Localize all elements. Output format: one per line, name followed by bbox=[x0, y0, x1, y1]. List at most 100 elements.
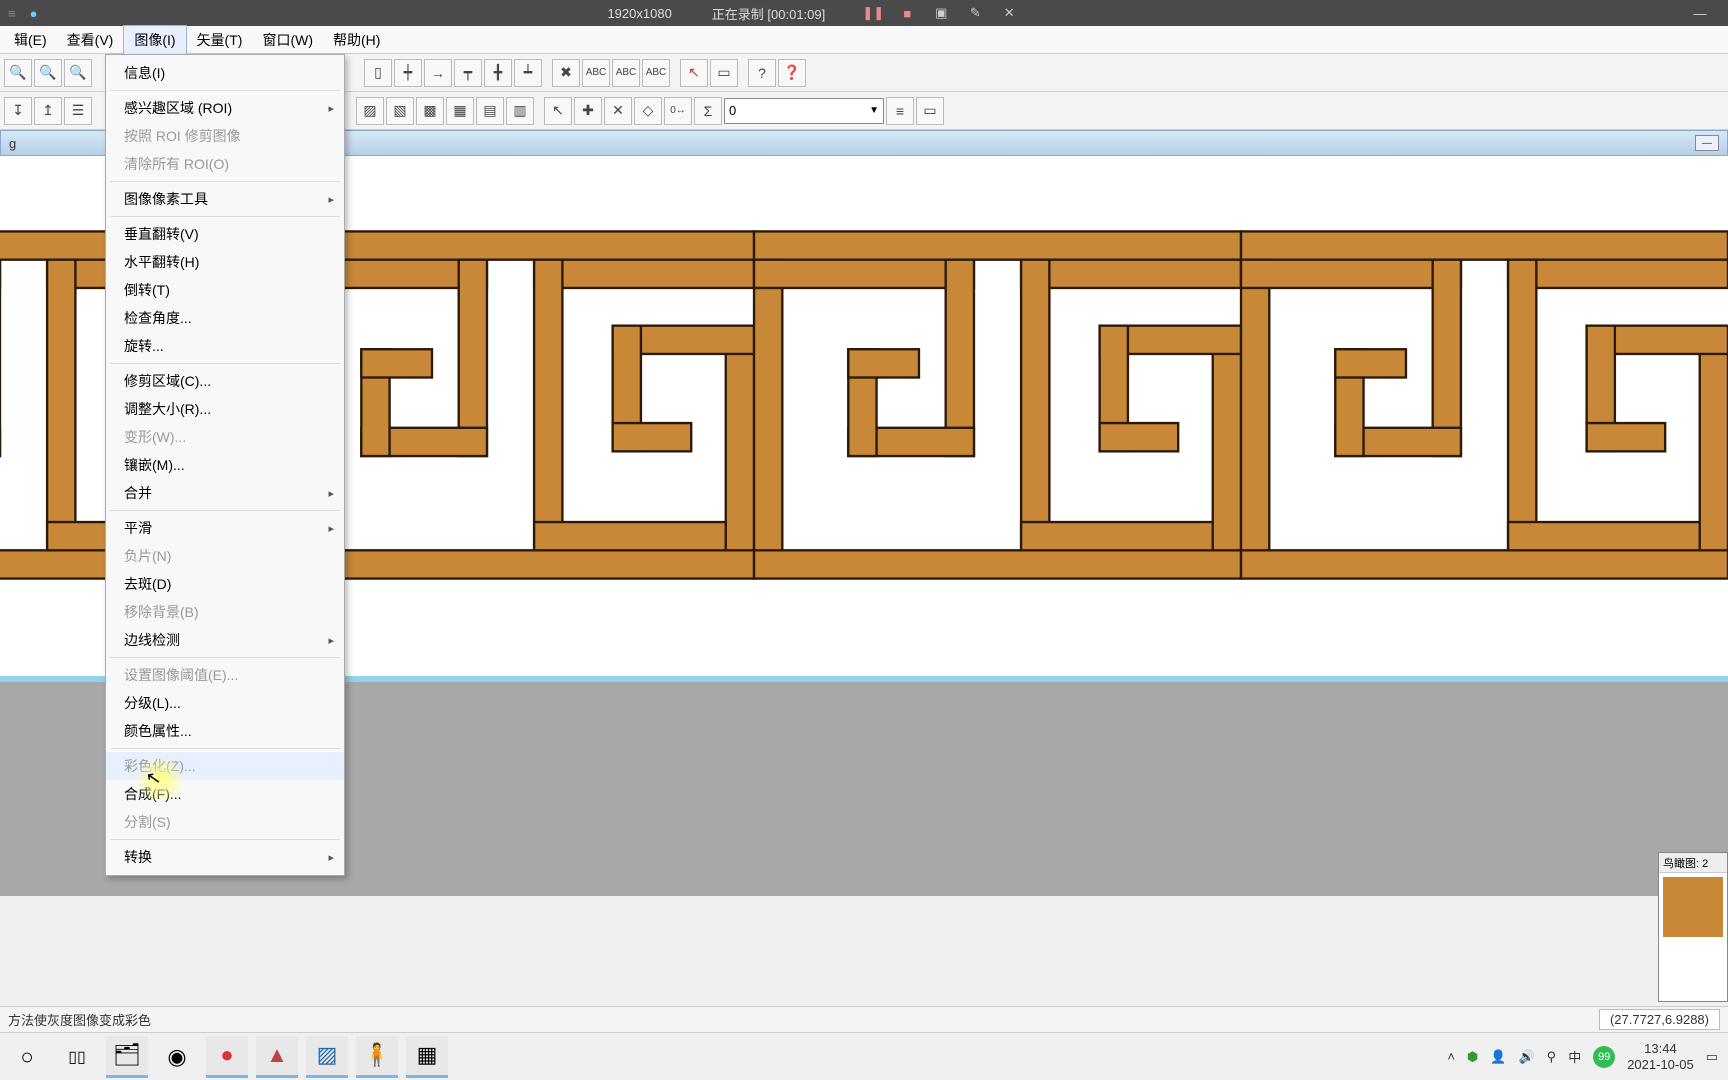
menu-item[interactable]: 感兴趣区域 (ROI) bbox=[106, 94, 344, 122]
taskbar-explorer-icon[interactable]: 🗂 bbox=[106, 1036, 148, 1078]
menu-vector[interactable]: 矢量(T) bbox=[187, 26, 253, 54]
tool-close-icon[interactable]: ✖ bbox=[552, 59, 580, 87]
tool2-a-icon[interactable]: ↧ bbox=[4, 97, 32, 125]
tray-time: 13:44 bbox=[1627, 1041, 1694, 1057]
menu-help[interactable]: 帮助(H) bbox=[323, 26, 390, 54]
tool-select-icon[interactable]: ▭ bbox=[710, 59, 738, 87]
taskbar-taskview-icon[interactable]: ▯▯ bbox=[56, 1036, 98, 1078]
tool2-f-icon[interactable]: ▩ bbox=[416, 97, 444, 125]
tray-clock[interactable]: 13:44 2021-10-05 bbox=[1627, 1041, 1694, 1072]
tool-align-left-icon[interactable]: ▯ bbox=[364, 59, 392, 87]
tool2-sigma-icon[interactable]: Σ bbox=[694, 97, 722, 125]
tool2-c-icon[interactable]: ☰ bbox=[64, 97, 92, 125]
camera-icon[interactable]: ▣ bbox=[933, 5, 949, 21]
menu-image[interactable]: 图像(I) bbox=[123, 25, 186, 55]
menu-item[interactable]: 边线检测 bbox=[106, 626, 344, 654]
chevron-down-icon: ▼ bbox=[869, 105, 879, 116]
tool-align-right-icon[interactable]: → bbox=[424, 59, 452, 87]
tool2-h-icon[interactable]: ▤ bbox=[476, 97, 504, 125]
tool-align-top-icon[interactable]: ┯ bbox=[454, 59, 482, 87]
tool-align-middle-icon[interactable]: ╋ bbox=[484, 59, 512, 87]
taskbar-app4-icon[interactable]: ▦ bbox=[406, 1036, 448, 1078]
image-menu-dropdown[interactable]: 信息(I)感兴趣区域 (ROI)按照 ROI 修剪图像清除所有 ROI(O)图像… bbox=[105, 54, 345, 876]
tool-help-icon[interactable]: ? bbox=[748, 59, 776, 87]
tray-up-icon[interactable]: ˄ bbox=[1447, 1049, 1455, 1064]
tool2-e-icon[interactable]: ▧ bbox=[386, 97, 414, 125]
tray-ime[interactable]: 中 bbox=[1568, 1047, 1581, 1066]
tool-magnify-icon[interactable]: 🔍 bbox=[34, 59, 62, 87]
menu-item[interactable]: 检查角度... bbox=[106, 304, 344, 332]
menu-window[interactable]: 窗口(W) bbox=[252, 26, 323, 54]
menu-item[interactable]: 镶嵌(M)... bbox=[106, 451, 344, 479]
tool2-g-icon[interactable]: ▦ bbox=[446, 97, 474, 125]
recorder-close-icon[interactable]: ✕ bbox=[1001, 5, 1017, 21]
tool-pointer-red-icon[interactable]: ↖ bbox=[680, 59, 708, 87]
tray-security-icon[interactable]: ⬢ bbox=[1467, 1049, 1478, 1065]
menu-view[interactable]: 查看(V) bbox=[57, 26, 124, 54]
document-minimize-icon[interactable]: — bbox=[1695, 135, 1719, 151]
menu-item[interactable]: 调整大小(R)... bbox=[106, 395, 344, 423]
mic-icon[interactable]: ● bbox=[30, 6, 38, 21]
tool2-x-icon[interactable]: ✕ bbox=[604, 97, 632, 125]
taskbar-recorder-icon[interactable]: ● bbox=[206, 1036, 248, 1078]
tray-wifi-icon[interactable]: ⚲ bbox=[1547, 1049, 1557, 1065]
window-minimize-icon[interactable]: — bbox=[1690, 3, 1710, 23]
stop-icon[interactable]: ■ bbox=[899, 5, 915, 21]
tray-date: 2021-10-05 bbox=[1627, 1057, 1694, 1073]
taskbar: ○ ▯▯ 🗂 ◉ ● ▲ ▨ 🧍 ▦ ˄ ⬢ 👤 🔊 ⚲ 中 99 13:44 … bbox=[0, 1032, 1728, 1080]
taskbar-chrome-icon[interactable]: ◉ bbox=[156, 1036, 198, 1078]
hamburger-icon[interactable]: ≡ bbox=[8, 6, 16, 21]
taskbar-search-icon[interactable]: ○ bbox=[6, 1036, 48, 1078]
menu-item: 分割(S) bbox=[106, 808, 344, 836]
document-title: g bbox=[9, 136, 16, 151]
menu-item[interactable]: 平滑 bbox=[106, 514, 344, 542]
menu-item[interactable]: 合成(F)... bbox=[106, 780, 344, 808]
tool-abc1-icon[interactable]: ABC bbox=[582, 59, 610, 87]
menu-item[interactable]: 颜色属性... bbox=[106, 717, 344, 745]
pencil-icon[interactable]: ✎ bbox=[967, 5, 983, 21]
taskbar-app1-icon[interactable]: ▲ bbox=[256, 1036, 298, 1078]
tool-abc2-icon[interactable]: ABC bbox=[612, 59, 640, 87]
menu-separator bbox=[110, 839, 340, 840]
menubar: 辑(E) 查看(V) 图像(I) 矢量(T) 窗口(W) 帮助(H) bbox=[0, 26, 1728, 54]
tray-user-icon[interactable]: 👤 bbox=[1490, 1049, 1506, 1065]
tray-volume-icon[interactable]: 🔊 bbox=[1518, 1049, 1534, 1065]
tool2-d-icon[interactable]: ▨ bbox=[356, 97, 384, 125]
tool2-diamond-icon[interactable]: ◇ bbox=[634, 97, 662, 125]
menu-item[interactable]: 转换 bbox=[106, 843, 344, 871]
tool-align-center-icon[interactable]: ┿ bbox=[394, 59, 422, 87]
birdview-panel[interactable]: 鸟瞰图: 2 bbox=[1658, 852, 1728, 1002]
tool-magnify-minus-icon[interactable]: 🔍 bbox=[4, 59, 32, 87]
menu-item[interactable]: 旋转... bbox=[106, 332, 344, 360]
menu-item[interactable]: 信息(I) bbox=[106, 59, 344, 87]
menu-item[interactable]: 分级(L)... bbox=[106, 689, 344, 717]
tray-notifications-icon[interactable]: ▭ bbox=[1706, 1049, 1718, 1065]
birdview-thumbnail[interactable] bbox=[1663, 877, 1723, 937]
menu-item[interactable]: 倒转(T) bbox=[106, 276, 344, 304]
taskbar-app2-icon[interactable]: ▨ bbox=[306, 1036, 348, 1078]
tool-magnify-plus-icon[interactable]: 🔍 bbox=[64, 59, 92, 87]
statusbar: 方法使灰度图像变成彩色 (27.7727,6.9288) bbox=[0, 1006, 1728, 1032]
menu-item[interactable]: 去斑(D) bbox=[106, 570, 344, 598]
menu-item[interactable]: 图像像素工具 bbox=[106, 185, 344, 213]
tool2-cross-icon[interactable]: ✚ bbox=[574, 97, 602, 125]
tool2-i-icon[interactable]: ▥ bbox=[506, 97, 534, 125]
tool-abc3-icon[interactable]: ABC bbox=[642, 59, 670, 87]
menu-item: 移除背景(B) bbox=[106, 598, 344, 626]
menu-edit[interactable]: 辑(E) bbox=[4, 26, 57, 54]
menu-item[interactable]: 修剪区域(C)... bbox=[106, 367, 344, 395]
tool2-b-icon[interactable]: ↥ bbox=[34, 97, 62, 125]
tool2-justify-icon[interactable]: ≡ bbox=[886, 97, 914, 125]
menu-item[interactable]: 合并 bbox=[106, 479, 344, 507]
tool2-outdent-icon[interactable]: ▭ bbox=[916, 97, 944, 125]
taskbar-app3-icon[interactable]: 🧍 bbox=[356, 1036, 398, 1078]
tool2-measure-icon[interactable]: 0↔ bbox=[664, 97, 692, 125]
pause-icon[interactable]: ❚❚ bbox=[865, 5, 881, 21]
tool-align-bottom-icon[interactable]: ┷ bbox=[514, 59, 542, 87]
tool-whatsthis-icon[interactable]: ❓ bbox=[778, 59, 806, 87]
toolbar-combo[interactable]: 0 ▼ bbox=[724, 98, 884, 124]
tray-chat-icon[interactable]: 99 bbox=[1593, 1046, 1615, 1068]
tool2-pointer-icon[interactable]: ↖ bbox=[544, 97, 572, 125]
menu-item[interactable]: 垂直翻转(V) bbox=[106, 220, 344, 248]
menu-item[interactable]: 水平翻转(H) bbox=[106, 248, 344, 276]
